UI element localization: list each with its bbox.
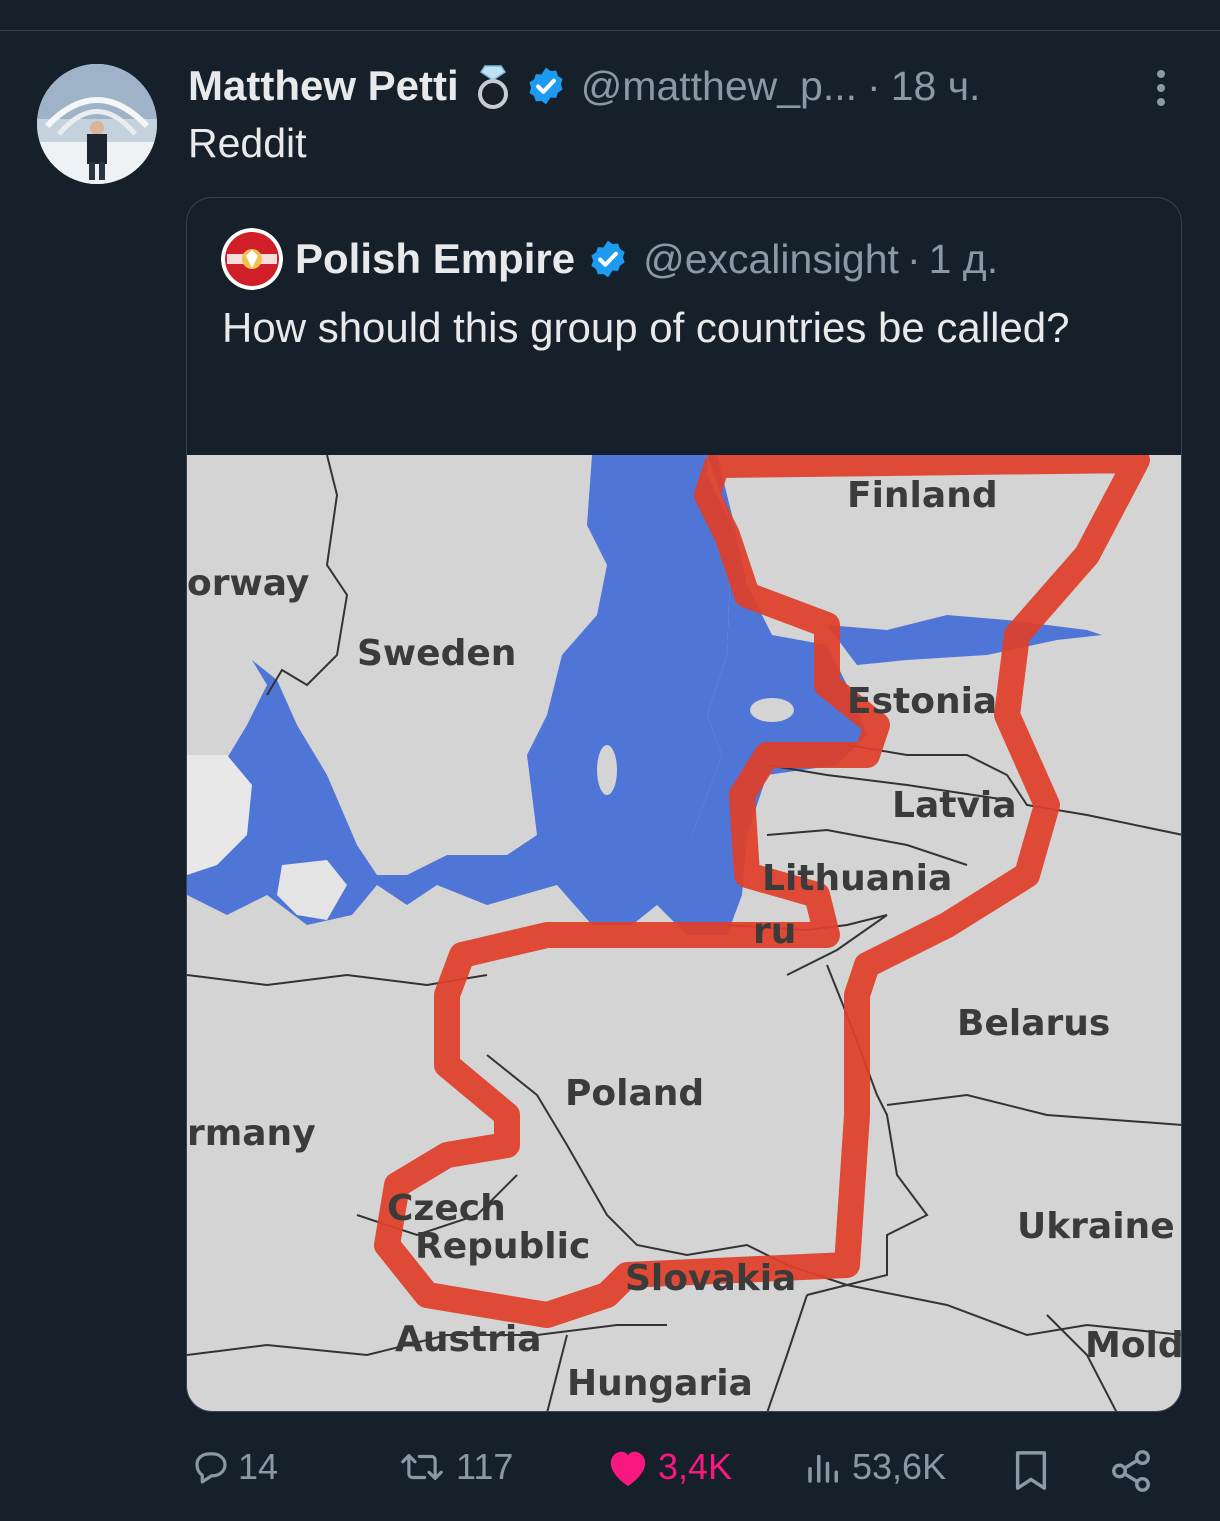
map-label-finland: Finland <box>847 475 998 516</box>
share-icon[interactable] <box>1108 1448 1154 1494</box>
tweet-actions: 14 117 3,4K 53,6K <box>0 1446 1220 1496</box>
top-divider <box>0 30 1220 31</box>
like-button[interactable]: 3,4K <box>604 1446 732 1488</box>
tweet-header: Matthew Petti @matthew_p... · 18 ч. <box>188 62 980 110</box>
author-handle[interactable]: @matthew_p... <box>581 63 857 110</box>
views-count: 53,6K <box>852 1446 947 1487</box>
map-label-slovakia: Slovakia <box>625 1258 796 1299</box>
quoted-author-handle[interactable]: @excalinsight <box>643 236 899 283</box>
quoted-tweet-text: How should this group of countries be ca… <box>222 304 1070 351</box>
quoted-tweet-header: Polish Empire @excalinsight · 1 д. <box>221 228 998 290</box>
quoted-author-avatar[interactable] <box>221 228 283 290</box>
header-separator: · <box>867 62 881 109</box>
views-chart-icon <box>808 1454 838 1483</box>
views-button[interactable]: 53,6K <box>802 1446 946 1488</box>
map-label-czech-2: Republic <box>415 1226 590 1267</box>
tweet-timestamp[interactable]: 18 ч. <box>891 63 981 110</box>
map-label-norway: orway <box>187 563 309 604</box>
quoted-header-separator: · <box>906 235 921 282</box>
map-image[interactable]: Finland orway Sweden Estonia Latvia Lith… <box>187 455 1182 1412</box>
author-avatar[interactable] <box>37 64 157 184</box>
more-options-icon[interactable] <box>1146 64 1176 112</box>
map-label-estonia: Estonia <box>847 681 997 722</box>
verified-badge-icon <box>529 67 563 105</box>
tweet-text: Reddit <box>188 120 307 166</box>
quoted-tweet[interactable]: Polish Empire @excalinsight · 1 д. How s… <box>186 197 1182 1412</box>
map-label-ru: ru <box>753 911 796 952</box>
map-label-czech-1: Czech <box>387 1188 506 1229</box>
map-label-poland: Poland <box>565 1073 704 1114</box>
heart-filled-icon <box>610 1451 646 1487</box>
verified-badge-icon <box>591 240 625 278</box>
reply-button[interactable]: 14 <box>190 1446 278 1488</box>
map-label-ukraine: Ukraine <box>1017 1206 1175 1247</box>
map-label-belarus: Belarus <box>957 1003 1110 1044</box>
map-label-moldova: Mold <box>1085 1325 1182 1366</box>
map-label-latvia: Latvia <box>892 785 1017 826</box>
map-label-lithuania: Lithuania <box>762 858 952 899</box>
map-label-hungary: Hungaria <box>567 1363 753 1404</box>
quoted-author-name[interactable]: Polish Empire <box>295 235 575 283</box>
reply-icon <box>195 1452 227 1484</box>
map-label-austria: Austria <box>395 1319 542 1360</box>
reply-count: 14 <box>238 1446 279 1487</box>
quoted-tweet-timestamp[interactable]: 1 д. <box>929 236 999 283</box>
bookmark-icon[interactable] <box>1010 1448 1052 1494</box>
ring-emoji-icon <box>477 65 508 109</box>
retweet-icon <box>401 1454 443 1480</box>
retweet-button[interactable]: 117 <box>394 1446 513 1488</box>
retweet-count: 117 <box>456 1446 514 1487</box>
map-label-germany: rmany <box>187 1113 316 1154</box>
like-count: 3,4K <box>658 1446 733 1487</box>
author-name[interactable]: Matthew Petti <box>188 62 459 110</box>
map-label-sweden: Sweden <box>357 633 516 674</box>
